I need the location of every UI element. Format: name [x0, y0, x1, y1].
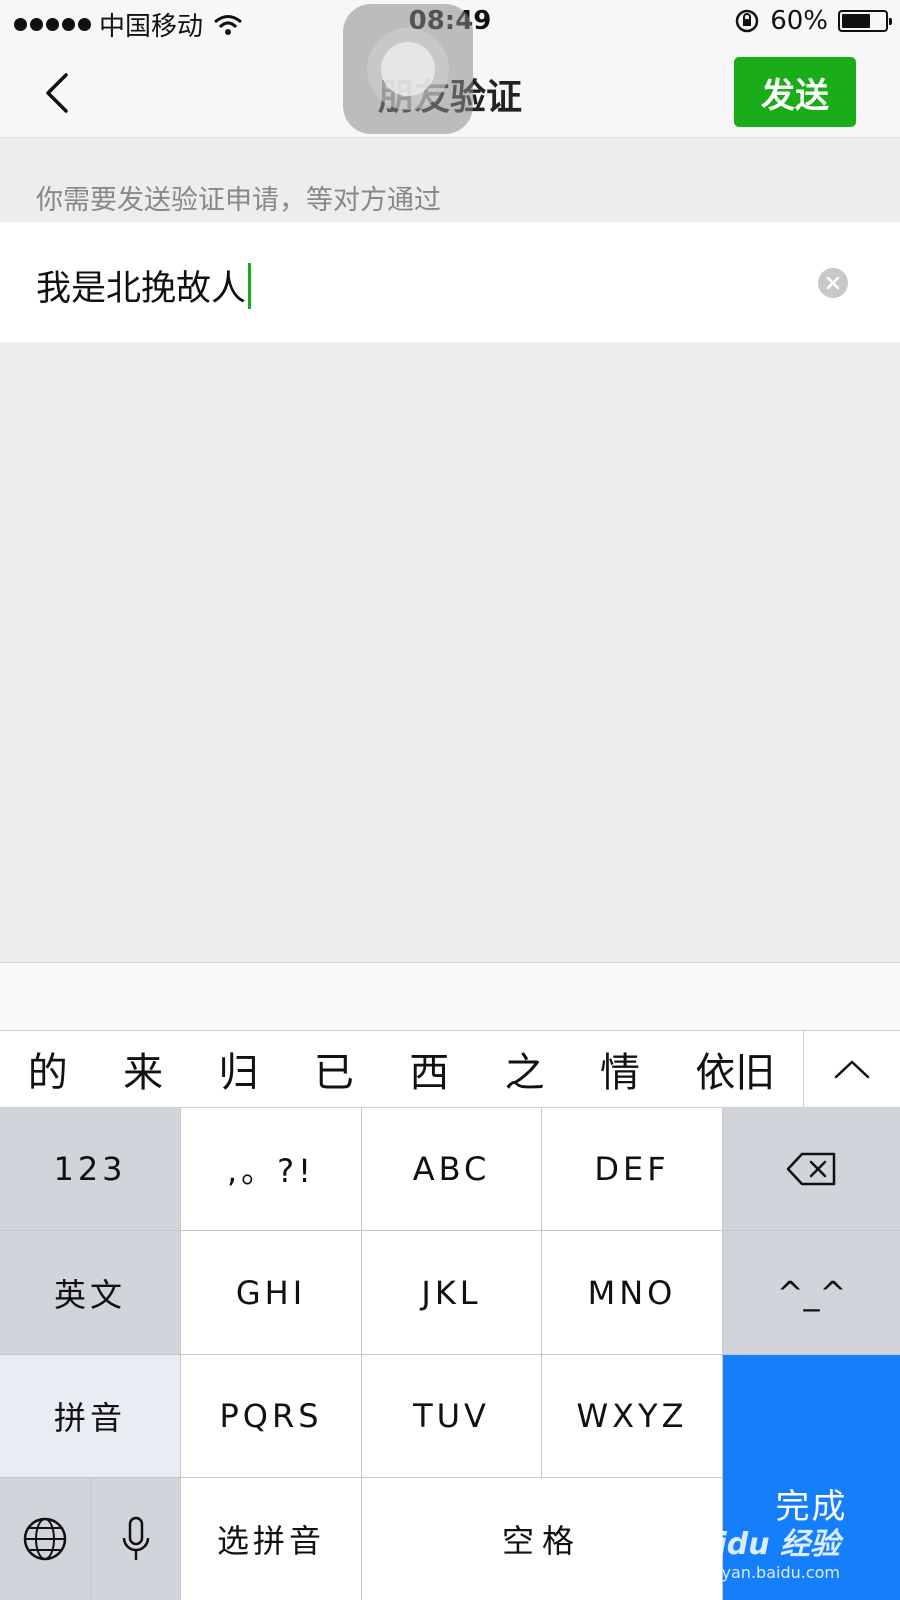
candidate-item[interactable]: 之	[505, 1040, 545, 1098]
mno-key[interactable]: MNO	[542, 1231, 723, 1355]
candidate-item[interactable]: 的	[28, 1040, 68, 1098]
watermark-url: jingyan.baidu.com	[692, 1563, 840, 1582]
candidate-item[interactable]: 归	[218, 1040, 258, 1098]
send-button[interactable]: 发送	[734, 57, 856, 127]
english-key[interactable]: 英文	[0, 1231, 181, 1355]
keyboard-accessory-bar	[0, 962, 900, 1030]
globe-key[interactable]	[0, 1478, 91, 1600]
clear-input-button[interactable]	[818, 268, 848, 298]
verification-input[interactable]: 我是北挽故人	[0, 222, 900, 342]
globe-icon	[23, 1517, 67, 1561]
status-right: 60%	[734, 6, 892, 36]
microphone-icon	[122, 1516, 149, 1560]
pinyin-key[interactable]: 拼音	[0, 1355, 181, 1478]
candidate-list: 的 来 归 已 西 之 情 依旧	[0, 1031, 803, 1107]
text-caret	[248, 262, 252, 309]
select-pinyin-key[interactable]: 选拼音	[181, 1478, 362, 1600]
backspace-icon	[786, 1152, 835, 1186]
battery-icon	[838, 10, 892, 32]
candidate-item[interactable]: 已	[314, 1040, 354, 1098]
input-value-wrap: 我是北挽故人	[36, 260, 252, 311]
microphone-key[interactable]	[91, 1478, 181, 1600]
space-key[interactable]: 空格	[362, 1478, 723, 1600]
pqrs-key[interactable]: PQRS	[181, 1355, 362, 1478]
candidate-item[interactable]: 西	[409, 1040, 449, 1098]
assistive-touch-button[interactable]	[343, 4, 473, 134]
input-value: 我是北挽故人	[36, 269, 247, 309]
clear-icon	[826, 276, 840, 290]
chevron-up-icon	[834, 1060, 870, 1079]
candidate-item[interactable]: 来	[123, 1040, 163, 1098]
abc-key[interactable]: ABC	[362, 1108, 542, 1231]
numbers-key[interactable]: 123	[0, 1108, 181, 1231]
candidate-item[interactable]: 情	[600, 1040, 640, 1098]
jkl-key[interactable]: JKL	[362, 1231, 542, 1355]
ghi-key[interactable]: GHI	[181, 1231, 362, 1355]
def-key[interactable]: DEF	[542, 1108, 723, 1231]
rotation-lock-icon	[735, 9, 759, 33]
wxyz-key[interactable]: WXYZ	[542, 1355, 723, 1478]
verification-hint: 你需要发送验证申请，等对方通过	[36, 185, 441, 216]
tuv-key[interactable]: TUV	[362, 1355, 542, 1478]
candidate-bar: 的 来 归 已 西 之 情 依旧	[0, 1030, 900, 1108]
emoticon-key[interactable]: ^_^	[723, 1231, 900, 1355]
expand-candidates-button[interactable]	[803, 1031, 900, 1107]
watermark-brand: Baidu 经验	[673, 1527, 840, 1562]
nine-key-keyboard: 123 ,。?! ABC DEF 英文 GHI JKL MNO ^_^ 拼音 P…	[0, 1108, 900, 1600]
watermark-logo: Baidu 经验 jingyan.baidu.com	[673, 1519, 840, 1582]
backspace-key[interactable]	[723, 1108, 900, 1231]
battery-percent: 60%	[770, 6, 828, 36]
candidate-item[interactable]: 依旧	[695, 1040, 775, 1098]
punctuation-key[interactable]: ,。?!	[181, 1108, 362, 1231]
